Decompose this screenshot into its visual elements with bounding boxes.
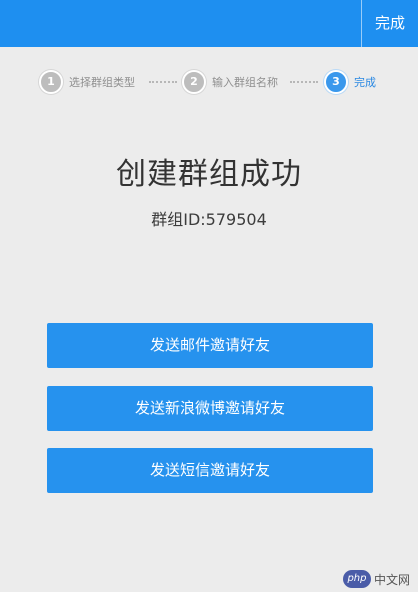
step-label-select-type: 选择群组类型 <box>69 76 135 89</box>
sms-invite-button[interactable]: 发送短信邀请好友 <box>47 448 373 493</box>
step-number-1: 1 <box>39 70 63 94</box>
site-watermark: php 中文网 <box>342 570 410 588</box>
step-connector-2 <box>290 81 318 83</box>
step-select-type: 1 选择群组类型 <box>39 70 135 94</box>
step-enter-name: 2 输入群组名称 <box>182 70 278 94</box>
app-bar: 完成 <box>0 0 418 47</box>
watermark-site-name: 中文网 <box>373 572 410 587</box>
step-number-2: 2 <box>182 70 206 94</box>
php-logo: php <box>342 570 371 588</box>
step-label-complete: 完成 <box>354 76 376 89</box>
progress-stepper: 1 选择群组类型 2 输入群组名称 3 完成 <box>0 58 418 106</box>
done-button[interactable]: 完成 <box>361 0 418 47</box>
step-number-3: 3 <box>324 70 348 94</box>
email-invite-button[interactable]: 发送邮件邀请好友 <box>47 323 373 368</box>
weibo-invite-button[interactable]: 发送新浪微博邀请好友 <box>47 386 373 431</box>
step-complete: 3 完成 <box>324 70 376 94</box>
success-title: 创建群组成功 <box>116 157 302 192</box>
step-connector-1 <box>149 81 177 83</box>
step-label-enter-name: 输入群组名称 <box>212 76 278 89</box>
group-id-label: 群组ID:579504 <box>151 210 267 229</box>
